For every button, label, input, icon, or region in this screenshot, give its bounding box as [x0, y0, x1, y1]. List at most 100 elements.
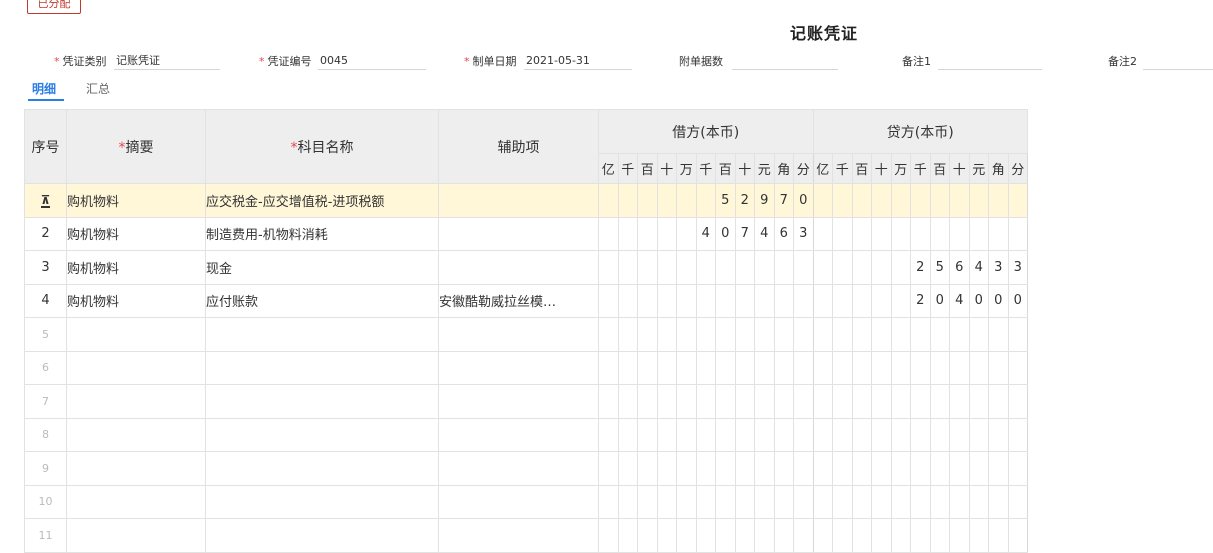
debit-digit-cell[interactable] [793, 518, 814, 553]
row-account-cell[interactable] [205, 350, 439, 385]
debit-digit-cell[interactable] [656, 484, 677, 519]
debit-digit-cell[interactable] [598, 518, 619, 553]
debit-digit-cell[interactable] [715, 350, 736, 385]
date-input[interactable]: 2021-05-31 [524, 53, 632, 70]
credit-digit-cell[interactable] [1007, 417, 1028, 452]
debit-digit-cell[interactable] [617, 250, 638, 285]
credit-digit-cell[interactable] [968, 417, 989, 452]
table-row[interactable]: 4 购机物料 应付账款 安徽酷勒威拉丝模… 2 0 4 0 0 0 [24, 283, 1028, 318]
row-summary-cell[interactable]: 购机物料 [66, 216, 206, 251]
debit-digit-cell[interactable] [793, 417, 814, 452]
credit-digit-cell[interactable] [949, 451, 970, 486]
debit-digit-cell[interactable] [734, 417, 755, 452]
note1-input[interactable] [938, 53, 1042, 70]
credit-digit-cell[interactable] [1007, 216, 1028, 251]
credit-digit-cell[interactable] [910, 417, 931, 452]
debit-digit-cell[interactable] [617, 317, 638, 352]
credit-digit-cell[interactable] [832, 484, 853, 519]
debit-digit-cell[interactable] [715, 283, 736, 318]
credit-digit-cell[interactable] [988, 317, 1009, 352]
credit-digit-cell[interactable] [968, 518, 989, 553]
debit-digit-cell[interactable]: 4 [695, 216, 716, 251]
credit-digit-cell[interactable] [871, 350, 892, 385]
table-row[interactable]: 8 [24, 417, 1028, 452]
credit-digit-cell[interactable] [949, 317, 970, 352]
debit-digit-cell[interactable] [656, 283, 677, 318]
debit-digit-cell[interactable] [637, 283, 658, 318]
table-row[interactable]: 6 [24, 350, 1028, 385]
debit-digit-cell[interactable]: 4 [754, 216, 775, 251]
row-account-cell[interactable] [205, 417, 439, 452]
debit-digit-cell[interactable] [637, 518, 658, 553]
credit-digit-cell[interactable] [832, 183, 853, 218]
credit-digit-cell[interactable] [871, 384, 892, 419]
debit-digit-cell[interactable] [793, 250, 814, 285]
credit-digit-cell[interactable] [988, 350, 1009, 385]
debit-digit-cell[interactable] [637, 417, 658, 452]
row-aux-cell[interactable] [438, 317, 599, 352]
debit-digit-cell[interactable] [676, 317, 697, 352]
credit-digit-cell[interactable] [851, 216, 872, 251]
debit-digit-cell[interactable] [617, 384, 638, 419]
debit-digit-cell[interactable] [734, 350, 755, 385]
credit-digit-cell[interactable] [910, 384, 931, 419]
credit-digit-cell[interactable] [890, 216, 911, 251]
credit-digit-cell[interactable] [851, 317, 872, 352]
credit-digit-cell[interactable] [988, 451, 1009, 486]
debit-digit-cell[interactable] [773, 518, 794, 553]
credit-digit-cell[interactable] [890, 484, 911, 519]
credit-digit-cell[interactable]: 0 [1007, 283, 1028, 318]
credit-digit-cell[interactable] [871, 250, 892, 285]
credit-digit-cell[interactable]: 3 [988, 250, 1009, 285]
credit-digit-cell[interactable] [832, 250, 853, 285]
debit-digit-cell[interactable] [598, 250, 619, 285]
debit-digit-cell[interactable] [695, 183, 716, 218]
debit-digit-cell[interactable] [676, 283, 697, 318]
debit-digit-cell[interactable] [773, 384, 794, 419]
row-aux-cell[interactable] [438, 384, 599, 419]
row-summary-cell[interactable]: 购机物料 [66, 183, 206, 218]
credit-digit-cell[interactable] [851, 283, 872, 318]
debit-digit-cell[interactable] [734, 484, 755, 519]
debit-digit-cell[interactable] [715, 384, 736, 419]
debit-digit-cell[interactable] [598, 183, 619, 218]
debit-digit-cell[interactable] [773, 417, 794, 452]
debit-digit-cell[interactable] [598, 417, 619, 452]
credit-digit-cell[interactable] [1007, 183, 1028, 218]
debit-digit-cell[interactable] [598, 283, 619, 318]
debit-digit-cell[interactable] [656, 183, 677, 218]
debit-digit-cell[interactable] [598, 317, 619, 352]
credit-digit-cell[interactable] [851, 384, 872, 419]
debit-digit-cell[interactable] [617, 451, 638, 486]
credit-digit-cell[interactable] [832, 417, 853, 452]
debit-digit-cell[interactable] [676, 417, 697, 452]
credit-digit-cell[interactable] [968, 216, 989, 251]
debit-digit-cell[interactable] [617, 484, 638, 519]
debit-digit-cell[interactable] [754, 384, 775, 419]
debit-digit-cell[interactable] [754, 283, 775, 318]
credit-digit-cell[interactable] [910, 451, 931, 486]
row-account-cell[interactable] [205, 384, 439, 419]
row-summary-cell[interactable] [66, 317, 206, 352]
credit-digit-cell[interactable] [851, 183, 872, 218]
credit-digit-cell[interactable] [890, 518, 911, 553]
debit-digit-cell[interactable] [695, 518, 716, 553]
tab-summary[interactable]: 汇总 [86, 80, 110, 97]
debit-digit-cell[interactable] [773, 484, 794, 519]
debit-digit-cell[interactable] [715, 250, 736, 285]
credit-digit-cell[interactable] [949, 350, 970, 385]
row-aux-cell[interactable] [438, 350, 599, 385]
credit-digit-cell[interactable] [929, 484, 950, 519]
credit-digit-cell[interactable] [968, 350, 989, 385]
debit-digit-cell[interactable] [715, 451, 736, 486]
debit-digit-cell[interactable] [617, 183, 638, 218]
credit-digit-cell[interactable] [929, 183, 950, 218]
debit-digit-cell[interactable] [617, 216, 638, 251]
row-summary-cell[interactable] [66, 384, 206, 419]
credit-digit-cell[interactable] [871, 451, 892, 486]
credit-digit-cell[interactable] [890, 283, 911, 318]
credit-digit-cell[interactable] [851, 484, 872, 519]
credit-digit-cell[interactable] [988, 384, 1009, 419]
voucher-type-input[interactable]: 记账凭证 [114, 53, 220, 70]
row-summary-cell[interactable] [66, 417, 206, 452]
